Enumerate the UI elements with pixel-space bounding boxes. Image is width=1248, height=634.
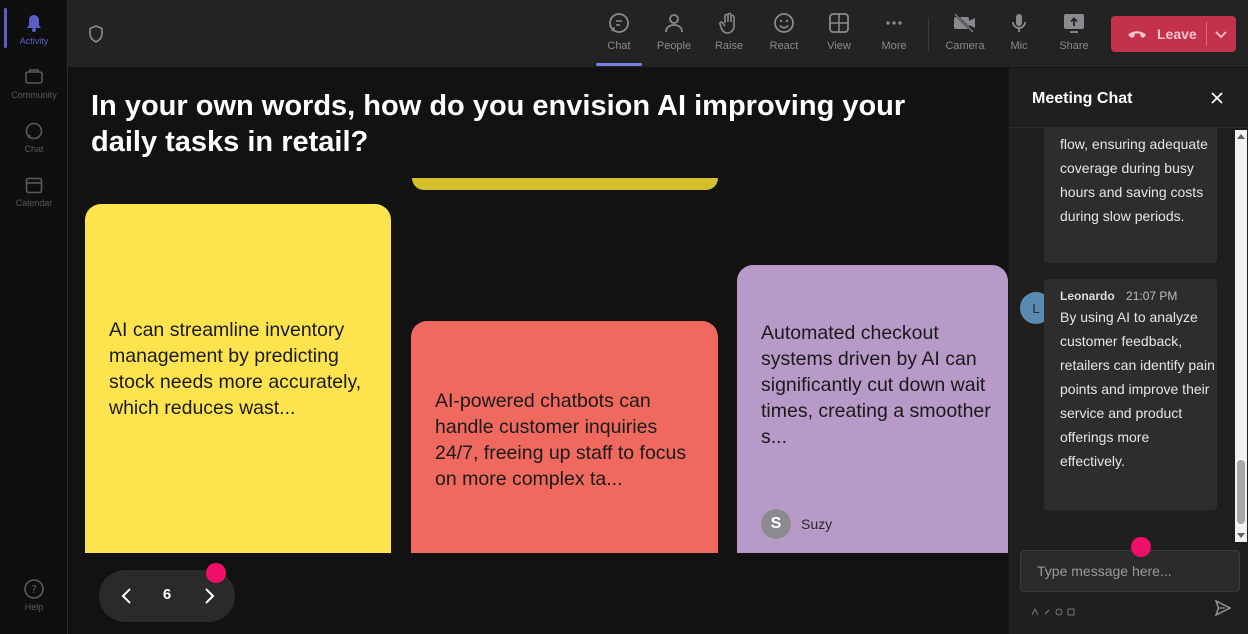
meeting-chat-panel: Meeting Chat flow, ensuring adequate cov…	[1008, 68, 1248, 634]
ellipsis-icon	[881, 10, 907, 36]
smiley-icon	[771, 10, 797, 36]
attach-icon[interactable]	[1043, 603, 1051, 615]
compose-tools	[1031, 603, 1075, 616]
pointer-marker	[206, 563, 226, 583]
mic-button-label: Mic	[1010, 40, 1028, 52]
rail-item-activity[interactable]: Activity	[0, 12, 68, 46]
svg-text:?: ?	[31, 583, 37, 596]
avatar-initial: L	[1032, 300, 1040, 316]
leave-button[interactable]: Leave	[1111, 16, 1236, 52]
share-button-label: Share	[1059, 40, 1089, 52]
message-input[interactable]: Type message here...	[1020, 550, 1240, 592]
grid-icon	[826, 10, 852, 36]
next-slide-button[interactable]	[197, 584, 221, 608]
leave-divider	[1206, 22, 1207, 46]
toolbar-separator	[928, 18, 929, 52]
app-rail: Activity Community Chat Calendar ? Help	[0, 0, 68, 634]
camera-button-label: Camera	[945, 40, 985, 52]
message-input-placeholder: Type message here...	[1037, 563, 1172, 579]
rail-item-help[interactable]: ? Help	[0, 578, 68, 612]
rail-item-community[interactable]: Community	[0, 66, 68, 100]
react-button[interactable]: React	[759, 10, 809, 60]
author-name: Suzy	[801, 516, 833, 532]
card-text: AI-powered chatbots can handle customer …	[435, 390, 687, 490]
react-button-label: React	[769, 40, 799, 52]
calendar-icon	[23, 174, 45, 196]
card-text: Automated checkout systems driven by AI …	[761, 322, 991, 448]
scroll-down-arrow[interactable]	[1237, 533, 1245, 538]
rail-item-label: Community	[11, 90, 57, 100]
chevron-down-icon[interactable]	[1213, 26, 1229, 42]
rail-item-calendar[interactable]: Calendar	[0, 174, 68, 208]
rail-item-chat[interactable]: Chat	[0, 120, 68, 154]
more-button-label: More	[881, 40, 907, 52]
presentation-stage: In your own words, how do you envision A…	[68, 68, 1008, 634]
message-text: By using AI to analyze customer feedback…	[1060, 309, 1215, 469]
view-button-label: View	[827, 40, 851, 52]
card-text: AI can streamline inventory management b…	[109, 319, 362, 419]
image-icon[interactable]	[1067, 603, 1075, 616]
raise-button-label: Raise	[714, 40, 744, 52]
chat-messages: flow, ensuring adequate coverage during …	[1009, 128, 1248, 542]
community-icon	[23, 66, 45, 88]
people-button-label: People	[656, 40, 692, 52]
share-screen-icon	[1061, 10, 1087, 36]
response-card[interactable]: AI can streamline inventory management b…	[85, 204, 391, 553]
meeting-toolbar: Chat People Raise React View More Camera…	[68, 0, 1248, 68]
question-title: In your own words, how do you envision A…	[91, 90, 906, 158]
hand-icon	[716, 10, 742, 36]
chat-scrollbar[interactable]	[1235, 130, 1247, 542]
camera-off-icon	[952, 10, 978, 36]
close-icon[interactable]	[1209, 90, 1225, 106]
card-partial-top[interactable]	[412, 178, 718, 190]
person-icon	[661, 10, 687, 36]
chat-message: Leonardo 21:07 PM By using AI to analyze…	[1044, 279, 1217, 510]
message-author: Leonardo	[1060, 289, 1115, 303]
leave-button-label: Leave	[1157, 26, 1197, 42]
message-text: flow, ensuring adequate coverage during …	[1060, 136, 1208, 224]
message-meta: Leonardo 21:07 PM	[1060, 287, 1217, 305]
previous-slide-button[interactable]	[115, 584, 139, 608]
people-button[interactable]: People	[649, 10, 699, 60]
format-icon[interactable]	[1031, 603, 1039, 616]
card-author: S Suzy	[761, 509, 832, 539]
chat-icon	[23, 120, 45, 142]
chat-message: flow, ensuring adequate coverage during …	[1044, 128, 1217, 263]
chat-title: Meeting Chat	[1032, 90, 1133, 107]
scroll-up-arrow[interactable]	[1237, 134, 1245, 139]
avatar: S	[761, 509, 791, 539]
scroll-thumb[interactable]	[1237, 460, 1245, 524]
more-button[interactable]: More	[869, 10, 919, 60]
pointer-marker	[1131, 537, 1151, 557]
rail-item-label: Chat	[24, 144, 44, 154]
message-time: 21:07 PM	[1126, 289, 1178, 303]
rail-item-label: Activity	[19, 36, 49, 46]
response-card[interactable]: Automated checkout systems driven by AI …	[737, 265, 1008, 553]
hang-up-icon	[1127, 27, 1147, 41]
emoji-icon[interactable]	[1055, 603, 1063, 616]
chat-button-label: Chat	[607, 40, 631, 52]
rail-item-label: Calendar	[15, 198, 53, 208]
mic-button[interactable]: Mic	[994, 10, 1044, 60]
response-card[interactable]: AI-powered chatbots can handle customer …	[411, 321, 718, 553]
send-icon[interactable]	[1214, 599, 1232, 617]
bell-icon	[23, 12, 45, 34]
help-icon: ?	[23, 578, 45, 600]
raise-hand-button[interactable]: Raise	[704, 10, 754, 60]
camera-button[interactable]: Camera	[940, 10, 990, 60]
chat-header: Meeting Chat	[1009, 68, 1248, 128]
share-button[interactable]: Share	[1049, 10, 1099, 60]
rail-item-label: Help	[24, 602, 44, 612]
view-button[interactable]: View	[814, 10, 864, 60]
microphone-icon	[1006, 10, 1032, 36]
shield-icon[interactable]	[86, 24, 106, 44]
slide-number: 6	[162, 586, 172, 603]
chat-button[interactable]: Chat	[594, 10, 644, 66]
chat-icon	[606, 10, 632, 36]
